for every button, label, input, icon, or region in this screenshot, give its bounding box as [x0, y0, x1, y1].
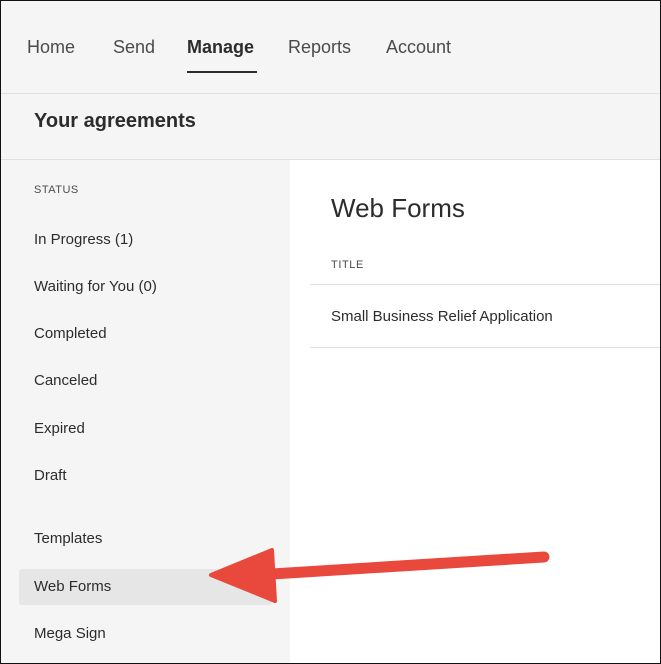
sidebar-item-mega-sign[interactable]: Mega Sign: [34, 625, 106, 642]
table-row-divider: [310, 347, 660, 348]
app-window: Home Send Manage Reports Account Your ag…: [0, 0, 661, 664]
sidebar-item-in-progress[interactable]: In Progress (1): [34, 231, 133, 248]
table-row-title[interactable]: Small Business Relief Application: [331, 308, 553, 325]
nav-reports[interactable]: Reports: [288, 37, 351, 58]
section-title: Web Forms: [331, 193, 465, 223]
table-header-divider: [310, 284, 660, 285]
sidebar: STATUS In Progress (1) Waiting for You (…: [1, 160, 290, 663]
sidebar-item-draft[interactable]: Draft: [34, 467, 67, 484]
sidebar-item-waiting-for-you[interactable]: Waiting for You (0): [34, 278, 157, 295]
nav-account[interactable]: Account: [386, 37, 451, 58]
sidebar-item-templates[interactable]: Templates: [34, 530, 102, 547]
nav-home[interactable]: Home: [27, 37, 75, 58]
active-tab-indicator: [187, 71, 257, 73]
column-header-title[interactable]: TITLE: [331, 259, 364, 271]
nav-manage[interactable]: Manage: [187, 37, 254, 58]
status-section-label: STATUS: [34, 184, 79, 196]
page-header: Your agreements: [1, 94, 660, 160]
sidebar-item-expired[interactable]: Expired: [34, 420, 85, 437]
main-content: Web Forms TITLE Small Business Relief Ap…: [290, 160, 660, 663]
nav-send[interactable]: Send: [113, 37, 155, 58]
sidebar-item-completed[interactable]: Completed: [34, 325, 107, 342]
top-navigation: Home Send Manage Reports Account: [1, 1, 660, 94]
sidebar-item-canceled[interactable]: Canceled: [34, 372, 97, 389]
sidebar-item-web-forms[interactable]: Web Forms: [34, 578, 111, 595]
page-title: Your agreements: [34, 110, 196, 132]
